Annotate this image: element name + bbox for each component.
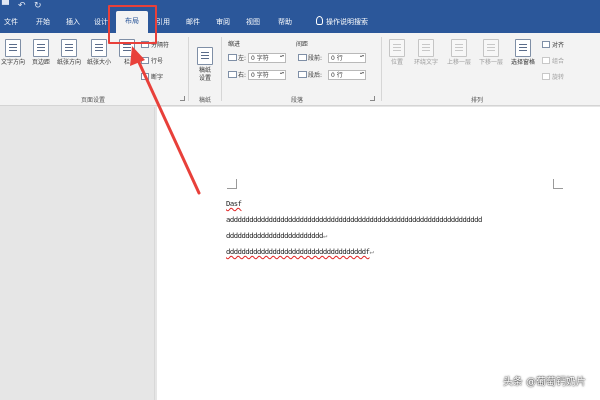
arrow-head xyxy=(130,46,145,66)
watermark-text: 头条 @葡萄钙奶片 xyxy=(502,377,586,388)
arrow-shaft xyxy=(135,56,201,195)
annotation-arrow xyxy=(130,46,201,195)
